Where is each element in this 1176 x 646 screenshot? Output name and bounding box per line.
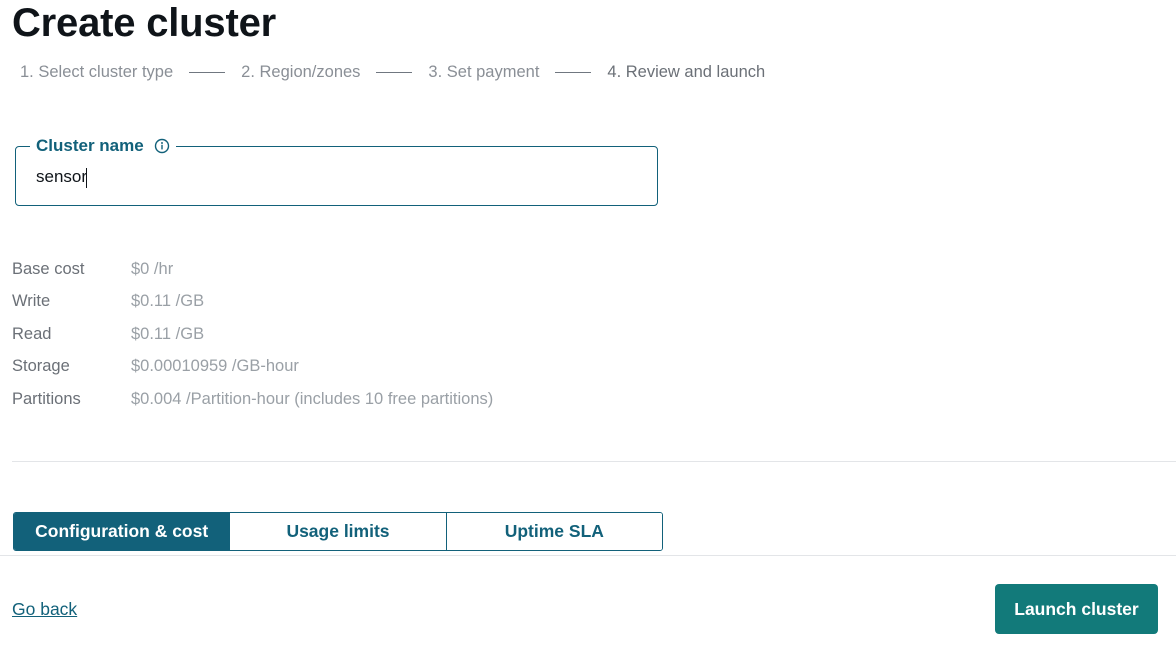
footer-divider <box>0 555 1176 556</box>
tab-configuration-cost[interactable]: Configuration & cost <box>14 513 230 550</box>
cost-label: Storage <box>12 357 70 376</box>
cost-value: $0.004 /Partition-hour (includes 10 free… <box>131 389 494 408</box>
cost-summary: Base cost $0 /hr Write $0.11 /GB Read $0… <box>12 253 493 416</box>
cluster-name-field[interactable]: Cluster name sensor <box>15 135 658 206</box>
cost-label: Write <box>12 292 51 311</box>
cost-row-base: Base cost $0 /hr <box>12 253 493 286</box>
step-connector <box>376 71 413 73</box>
launch-cluster-button[interactable]: Launch cluster <box>995 584 1158 634</box>
go-back-link[interactable]: Go back <box>12 599 77 620</box>
section-divider <box>12 461 1176 462</box>
step-connector <box>189 71 226 73</box>
cluster-name-value: sensor <box>36 167 88 186</box>
step-set-payment[interactable]: 3. Set payment <box>428 63 539 82</box>
tab-uptime-sla[interactable]: Uptime SLA <box>445 513 662 550</box>
page-title: Create cluster <box>12 1 276 45</box>
step-region-zones[interactable]: 2. Region/zones <box>241 63 360 82</box>
step-select-cluster-type[interactable]: 1. Select cluster type <box>20 63 173 82</box>
cost-value: $0.11 /GB <box>131 292 205 311</box>
detail-tabs: Configuration & cost Usage limits Uptime… <box>13 512 663 551</box>
cluster-name-legend: Cluster name <box>30 135 176 157</box>
step-connector <box>555 71 592 73</box>
cluster-name-label: Cluster name <box>36 136 144 155</box>
step-review-and-launch: 4. Review and launch <box>607 62 766 81</box>
info-circle-icon[interactable] <box>154 138 170 154</box>
cost-row-partitions: Partitions $0.004 /Partition-hour (inclu… <box>12 383 493 416</box>
wizard-steps: 1. Select cluster type 2. Region/zones 3… <box>20 61 765 83</box>
create-cluster-page: Create cluster 1. Select cluster type 2.… <box>0 0 1176 646</box>
cluster-name-input[interactable]: sensor <box>36 166 636 188</box>
cost-label: Partitions <box>12 389 81 408</box>
cost-row-read: Read $0.11 /GB <box>12 318 493 351</box>
cost-row-write: Write $0.11 /GB <box>12 286 493 319</box>
tab-usage-limits[interactable]: Usage limits <box>229 513 446 550</box>
text-caret <box>86 167 88 188</box>
cost-value: $0.00010959 /GB-hour <box>131 357 299 376</box>
cost-value: $0 /hr <box>131 259 174 278</box>
cost-row-storage: Storage $0.00010959 /GB-hour <box>12 351 493 384</box>
cost-value: $0.11 /GB <box>131 324 205 343</box>
cost-label: Base cost <box>12 259 85 278</box>
cost-label: Read <box>12 324 52 343</box>
